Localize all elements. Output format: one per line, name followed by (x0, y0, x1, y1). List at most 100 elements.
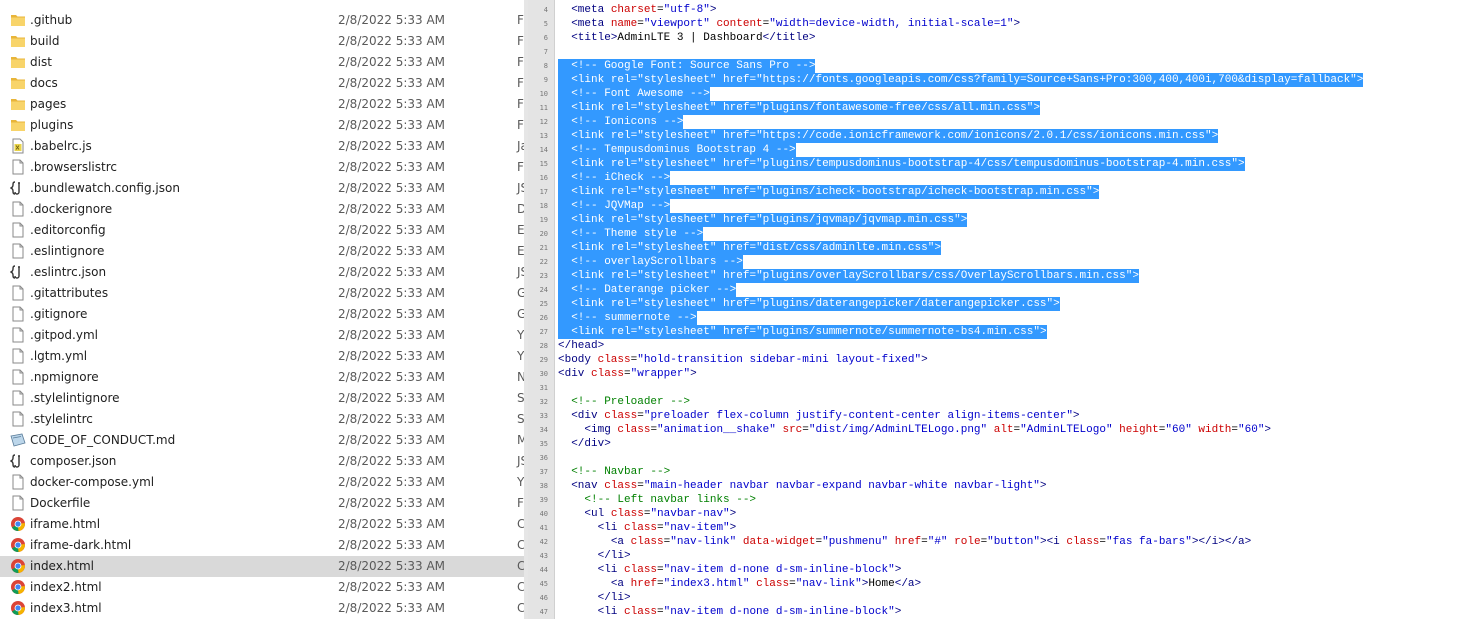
code-line[interactable]: 33 <div class="preloader flex-column jus… (528, 409, 1467, 423)
code-text: <nav class="main-header navbar navbar-ex… (558, 479, 1046, 493)
code-line[interactable]: 43 </li> (528, 549, 1467, 563)
code-line[interactable]: 13 <link rel="stylesheet" href="https://… (528, 129, 1467, 143)
file-row[interactable]: iframe-dark.html 2/8/2022 5:33 AM C (0, 535, 524, 556)
file-row[interactable]: .eslintrc.json 2/8/2022 5:33 AM JS (0, 262, 524, 283)
code-line[interactable]: 4 <meta charset="utf-8"> (528, 3, 1467, 17)
code-line[interactable]: 23 <link rel="stylesheet" href="plugins/… (528, 269, 1467, 283)
file-row[interactable]: .editorconfig 2/8/2022 5:33 AM E (0, 220, 524, 241)
code-token-tag: <link (571, 186, 611, 198)
file-row[interactable]: build 2/8/2022 5:33 AM F (0, 31, 524, 52)
code-editor[interactable]: 4 <meta charset="utf-8"> 5 <meta name="vi… (528, 0, 1467, 619)
file-row[interactable]: .stylelintrc 2/8/2022 5:33 AM S (0, 409, 524, 430)
file-icon (10, 495, 26, 511)
code-line[interactable]: 34 <img class="animation__shake" src="di… (528, 423, 1467, 437)
code-line[interactable]: 37 <!-- Navbar --> (528, 465, 1467, 479)
file-row[interactable]: index2.html 2/8/2022 5:33 AM C (0, 577, 524, 598)
code-line[interactable]: 11 <link rel="stylesheet" href="plugins/… (528, 101, 1467, 115)
file-row[interactable]: dist 2/8/2022 5:33 AM F (0, 52, 524, 73)
code-line[interactable]: 17 <link rel="stylesheet" href="plugins/… (528, 185, 1467, 199)
code-token-value: "dist/img/AdminLTELogo.png" (808, 424, 988, 436)
file-row[interactable]: composer.json 2/8/2022 5:33 AM JS (0, 451, 524, 472)
code-line[interactable]: 42 <a class="nav-link" data-widget="push… (528, 535, 1467, 549)
selected-code-text: <!-- Font Awesome --> (558, 87, 710, 101)
code-line[interactable]: 45 <a href="index3.html" class="nav-link… (528, 577, 1467, 591)
code-line[interactable]: 18 <!-- JQVMap --> (528, 199, 1467, 213)
code-line[interactable]: 30 <div class="wrapper"> (528, 367, 1467, 381)
code-line[interactable]: 20 <!-- Theme style --> (528, 227, 1467, 241)
file-row[interactable]: .bundlewatch.config.json 2/8/2022 5:33 AM… (0, 178, 524, 199)
code-token-tag: <a (610, 578, 631, 590)
file-row[interactable]: pages 2/8/2022 5:33 AM F (0, 94, 524, 115)
code-line[interactable]: 22 <!-- overlayScrollbars --> (528, 255, 1467, 269)
file-name: .lgtm.yml (30, 349, 88, 363)
file-row[interactable]: index3.html 2/8/2022 5:33 AM C (0, 598, 524, 619)
code-line[interactable]: 36 (528, 451, 1467, 465)
file-row[interactable]: Dockerfile 2/8/2022 5:33 AM F (0, 493, 524, 514)
file-row[interactable]: .gitignore 2/8/2022 5:33 AM G (0, 304, 524, 325)
code-line[interactable]: 35 </div> (528, 437, 1467, 451)
code-line[interactable]: 25 <link rel="stylesheet" href="plugins/… (528, 297, 1467, 311)
file-row[interactable]: iframe.html 2/8/2022 5:33 AM C (0, 514, 524, 535)
file-icon (10, 411, 26, 427)
code-token-tag: <link (571, 298, 611, 310)
code-line[interactable]: 32 <!-- Preloader --> (528, 395, 1467, 409)
file-type: C (517, 517, 524, 531)
code-token-attr: width (1191, 424, 1232, 436)
file-row[interactable]: .lgtm.yml 2/8/2022 5:33 AM Y (0, 346, 524, 367)
code-line[interactable]: 47 <li class="nav-item d-none d-sm-inlin… (528, 605, 1467, 619)
code-text: <div class="preloader flex-column justif… (558, 409, 1079, 423)
code-line[interactable]: 5 <meta name="viewport" content="width=d… (528, 17, 1467, 31)
file-row[interactable]: plugins 2/8/2022 5:33 AM F (0, 115, 524, 136)
code-line[interactable]: 12 <!-- Ionicons --> (528, 115, 1467, 129)
line-number: 14 (539, 146, 548, 154)
code-line[interactable]: 27 <link rel="stylesheet" href="plugins/… (528, 325, 1467, 339)
code-token-value: "nav-link" (670, 536, 737, 548)
file-row[interactable]: docs 2/8/2022 5:33 AM F (0, 73, 524, 94)
code-line[interactable]: 8 <!-- Google Font: Source Sans Pro --> (528, 59, 1467, 73)
file-row[interactable]: docker-compose.yml 2/8/2022 5:33 AM Y (0, 472, 524, 493)
code-line[interactable]: 15 <link rel="stylesheet" href="plugins/… (528, 157, 1467, 171)
code-line[interactable]: 29 <body class="hold-transition sidebar-m… (528, 353, 1467, 367)
file-row[interactable]: .github 2/8/2022 5:33 AM F (0, 10, 524, 31)
file-name: composer.json (30, 454, 117, 468)
file-row[interactable]: index.html 2/8/2022 5:33 AM C (0, 556, 524, 577)
code-line[interactable]: 26 <!-- summernote --> (528, 311, 1467, 325)
code-token-text: Home (868, 578, 895, 590)
code-token-value: "main-header navbar navbar-expand navbar… (643, 480, 1040, 492)
code-line[interactable]: 19 <link rel="stylesheet" href="plugins/… (528, 213, 1467, 227)
code-line[interactable]: 24 <!-- Daterange picker --> (528, 283, 1467, 297)
code-line[interactable]: 21 <link rel="stylesheet" href="dist/css… (528, 241, 1467, 255)
file-row[interactable]: .npmignore 2/8/2022 5:33 AM N (0, 367, 524, 388)
code-token-tag: <body (558, 354, 598, 366)
folder-icon (10, 33, 26, 49)
code-line[interactable]: 44 <li class="nav-item d-none d-sm-inlin… (528, 563, 1467, 577)
code-line[interactable]: 10 <!-- Font Awesome --> (528, 87, 1467, 101)
code-line[interactable]: 6 <title>AdminLTE 3 | Dashboard</title> (528, 31, 1467, 45)
code-line[interactable]: 9 <link rel="stylesheet" href="https://f… (528, 73, 1467, 87)
file-row[interactable]: .gitpod.yml 2/8/2022 5:33 AM Y (0, 325, 524, 346)
file-row[interactable]: .babelrc.js 2/8/2022 5:33 AM Ja (0, 136, 524, 157)
code-token-comment: <!-- Theme style --> (571, 228, 704, 240)
code-line[interactable]: 14 <!-- Tempusdominus Bootstrap 4 --> (528, 143, 1467, 157)
file-row[interactable]: .stylelintignore 2/8/2022 5:33 AM S (0, 388, 524, 409)
code-line[interactable]: 40 <ul class="navbar-nav"> (528, 507, 1467, 521)
code-line[interactable]: 38 <nav class="main-header navbar navbar… (528, 479, 1467, 493)
code-line[interactable]: 31 (528, 381, 1467, 395)
file-row[interactable]: .dockerignore 2/8/2022 5:33 AM D (0, 199, 524, 220)
code-line[interactable]: 39 <!-- Left navbar links --> (528, 493, 1467, 507)
code-text: <a class="nav-link" data-widget="pushmen… (558, 535, 1251, 549)
code-line[interactable]: 41 <li class="nav-item"> (528, 521, 1467, 535)
code-line[interactable]: 28 </head> (528, 339, 1467, 353)
code-line[interactable]: 7 (528, 45, 1467, 59)
code-token-attr: class (630, 536, 664, 548)
file-row[interactable]: .browserslistrc 2/8/2022 5:33 AM F (0, 157, 524, 178)
file-row[interactable]: .gitattributes 2/8/2022 5:33 AM G (0, 283, 524, 304)
file-date-modified: 2/8/2022 5:33 AM (338, 223, 446, 237)
code-line[interactable]: 16 <!-- iCheck --> (528, 171, 1467, 185)
code-line[interactable]: 46 </li> (528, 591, 1467, 605)
file-row[interactable]: .eslintignore 2/8/2022 5:33 AM E (0, 241, 524, 262)
file-row[interactable]: CODE_OF_CONDUCT.md 2/8/2022 5:33 AM M (0, 430, 524, 451)
file-date-modified: 2/8/2022 5:33 AM (338, 412, 446, 426)
